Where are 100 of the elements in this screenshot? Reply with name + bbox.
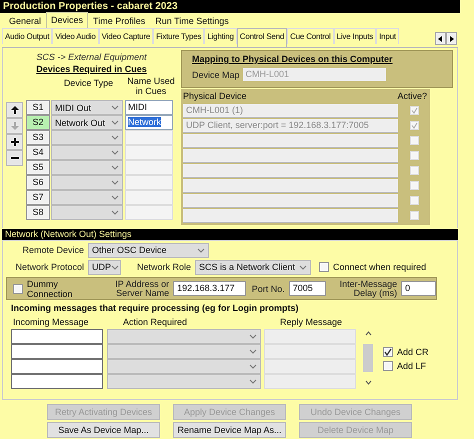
slot-button[interactable]: S2 <box>26 115 50 130</box>
field-label: Port No. <box>252 284 285 294</box>
incoming-message-field[interactable] <box>11 374 103 389</box>
tab[interactable]: Run Time Settings <box>150 13 234 30</box>
section-heading: Mapping to Physical Devices on this Computer <box>192 54 394 64</box>
action-button[interactable]: Save As Device Map... <box>47 422 160 438</box>
checkbox-label: Add LF <box>397 361 426 371</box>
tab[interactable]: Audio Output <box>2 28 52 44</box>
tool-button[interactable] <box>6 134 23 150</box>
checkbox-label: Dummy Connection <box>26 278 74 298</box>
checkbox[interactable] <box>410 121 419 130</box>
checkbox-label: Connect when required <box>333 262 426 272</box>
left-arrow-icon <box>438 36 443 42</box>
up-arrow-icon <box>10 106 18 114</box>
name-field[interactable] <box>125 160 173 175</box>
name-field[interactable] <box>125 145 173 160</box>
slot-button[interactable]: S8 <box>26 205 50 220</box>
incoming-message-field[interactable] <box>11 329 103 344</box>
section-heading: Incoming messages that require processing (eg for Login prompts) <box>11 303 300 315</box>
device-type-dropdown[interactable]: MIDI Out <box>51 100 123 115</box>
device-type-dropdown[interactable]: Network Out <box>51 115 123 130</box>
field-label: Device Map <box>192 70 240 80</box>
right-arrow-icon <box>449 36 454 42</box>
scroll-right-button[interactable] <box>446 32 457 45</box>
check-icon <box>384 348 392 356</box>
checkbox[interactable] <box>410 106 419 115</box>
check-icon <box>411 122 418 129</box>
device-type-dropdown[interactable] <box>51 175 123 190</box>
column-header: Name Used in Cues <box>126 76 176 98</box>
ip-address-field[interactable]: 192.168.3.177 <box>173 281 246 296</box>
scroll-left-button[interactable] <box>435 32 446 45</box>
caption-text: SCS -> External Equipment <box>35 52 148 63</box>
checkbox[interactable] <box>319 262 330 272</box>
minus-icon <box>10 154 18 162</box>
slot-button[interactable]: S7 <box>26 190 50 205</box>
tool-button[interactable] <box>6 102 23 118</box>
field-label: IP Address or Server Name <box>114 280 170 298</box>
tab[interactable]: General <box>4 13 46 30</box>
chevron-icon <box>197 246 205 254</box>
name-field[interactable] <box>125 190 173 205</box>
physical-device-cell: CMH-L001 (1) <box>183 104 398 118</box>
column-header: Action Required <box>123 317 188 329</box>
name-field[interactable] <box>125 130 173 145</box>
tab[interactable]: Input <box>376 28 399 44</box>
tab[interactable]: Time Profiles <box>88 13 150 30</box>
tab[interactable]: Fixture Types <box>153 28 204 44</box>
device-type-dropdown[interactable] <box>51 190 123 205</box>
protocol-dropdown[interactable]: UDP <box>88 260 121 274</box>
slot-button[interactable]: S1 <box>26 100 50 115</box>
reply-message-field[interactable] <box>264 359 356 374</box>
tab[interactable]: Video Capture <box>98 28 154 44</box>
column-header: Active? <box>397 91 427 103</box>
port-field[interactable]: 7005 <box>288 281 326 296</box>
chevron-icon <box>111 264 120 270</box>
field-label: Inter-Message Delay (ms) <box>338 280 398 298</box>
device-type-dropdown[interactable] <box>51 205 123 220</box>
checkbox[interactable] <box>383 347 393 357</box>
tab[interactable]: Live Inputs <box>334 28 376 44</box>
slot-button[interactable]: S5 <box>26 160 50 175</box>
scrollbar[interactable] <box>363 329 373 387</box>
tab[interactable]: Cue Control <box>287 28 334 44</box>
checkbox[interactable] <box>383 361 393 371</box>
slot-button[interactable]: S4 <box>26 145 50 160</box>
field-label: Network Role <box>137 262 192 272</box>
device-type-dropdown[interactable] <box>51 160 123 175</box>
incoming-message-field[interactable] <box>11 344 103 359</box>
tool-button[interactable] <box>6 150 23 166</box>
checkbox-label: Add CR <box>397 347 429 357</box>
reply-message-field[interactable] <box>264 329 356 344</box>
tab[interactable]: Control Send <box>236 28 288 47</box>
remote-device-dropdown[interactable]: Other OSC Device <box>88 242 209 258</box>
column-header: Incoming Message <box>12 317 90 329</box>
network-role-dropdown[interactable]: SCS is a Network Client <box>195 260 312 274</box>
reply-message-field[interactable] <box>264 344 356 359</box>
device-type-dropdown[interactable] <box>51 145 123 160</box>
checkbox[interactable] <box>13 284 23 294</box>
column-header: Reply Message <box>280 317 342 329</box>
chevron-icon <box>299 264 308 270</box>
scroll-down-icon <box>364 380 372 385</box>
name-field[interactable] <box>125 205 173 220</box>
window-title: Production Properties - cabaret 2023 <box>0 0 460 13</box>
section-header: Network (Network Out) Settings <box>2 229 458 240</box>
incoming-message-field[interactable] <box>11 359 103 374</box>
plus-icon <box>10 138 18 146</box>
physical-device-cell: UDP Client, server:port = 192.168.3.177:7005 <box>183 118 398 132</box>
device-type-dropdown[interactable] <box>51 130 123 145</box>
reply-message-field[interactable] <box>264 374 356 389</box>
check-icon <box>411 107 418 114</box>
name-field[interactable]: MIDI <box>125 100 173 115</box>
name-field[interactable]: Network <box>125 115 173 130</box>
slot-button[interactable]: S6 <box>26 175 50 190</box>
tab[interactable]: Lighting <box>204 28 237 44</box>
down-arrow-icon <box>10 122 18 130</box>
name-field[interactable] <box>125 175 173 190</box>
slot-button[interactable]: S3 <box>26 130 50 145</box>
action-button[interactable]: Rename Device Map As... <box>173 422 286 438</box>
scroll-thumb[interactable] <box>363 344 373 372</box>
field-label: Remote Device <box>21 245 84 255</box>
delay-field[interactable]: 0 <box>401 281 436 296</box>
tab[interactable]: Video Audio <box>52 28 99 44</box>
